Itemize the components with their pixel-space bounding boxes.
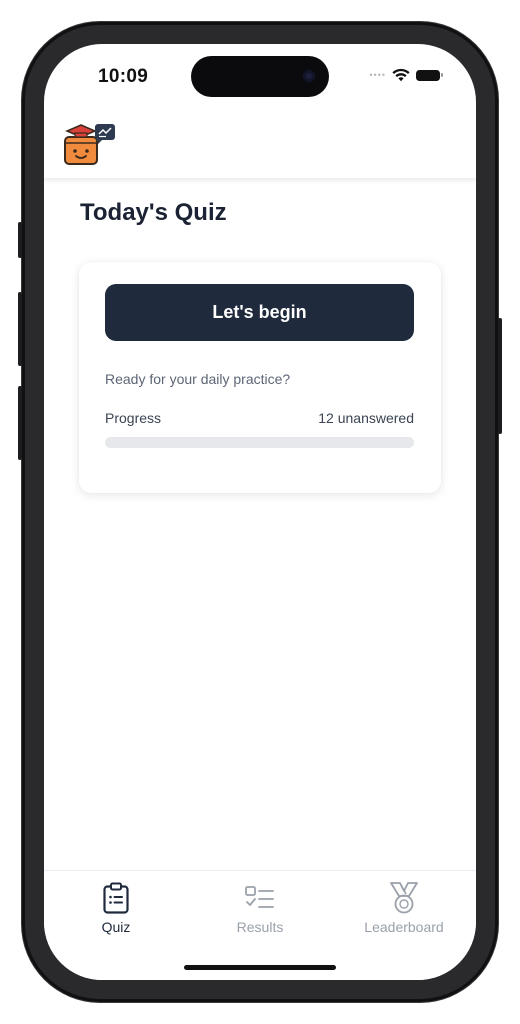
tab-leaderboard-label: Leaderboard	[364, 919, 444, 935]
front-camera	[303, 70, 315, 82]
checklist-icon	[243, 881, 277, 915]
quiz-subtitle: Ready for your daily practice?	[105, 371, 291, 387]
medal-icon	[387, 881, 421, 915]
clipboard-list-icon	[99, 881, 133, 915]
phone-screen: 10:09 •••• Today's Quiz Let's begin Read…	[44, 44, 476, 980]
tab-quiz-label: Quiz	[101, 919, 131, 935]
status-indicators: ••••	[369, 68, 443, 82]
progress-label: Progress	[105, 410, 162, 426]
volume-down-button	[18, 386, 22, 460]
battery-icon	[416, 69, 443, 81]
action-button	[18, 222, 22, 258]
tab-quiz[interactable]: Quiz	[56, 881, 176, 935]
home-indicator[interactable]	[184, 965, 336, 970]
progress-bar	[105, 437, 414, 448]
power-button	[498, 318, 502, 434]
cellular-signal-icon: ••••	[369, 70, 386, 80]
volume-up-button	[18, 292, 22, 366]
tab-leaderboard[interactable]: Leaderboard	[344, 881, 464, 935]
page-title: Today's Quiz	[80, 199, 227, 226]
app-header	[44, 110, 476, 178]
begin-quiz-button[interactable]: Let's begin	[105, 284, 414, 341]
dynamic-island	[191, 56, 329, 97]
status-time: 10:09	[98, 66, 149, 87]
tab-results-label: Results	[236, 919, 284, 935]
progress-row: Progress 12 unanswered	[105, 410, 414, 426]
tab-results[interactable]: Results	[200, 881, 320, 935]
tab-bar: Quiz Results Leaderboard	[44, 870, 476, 980]
wifi-icon	[392, 68, 410, 82]
progress-status: 12 unanswered	[318, 410, 414, 426]
quiz-card: Let's begin Ready for your daily practic…	[79, 262, 441, 493]
graduation-box-mascot-icon[interactable]	[62, 122, 118, 166]
